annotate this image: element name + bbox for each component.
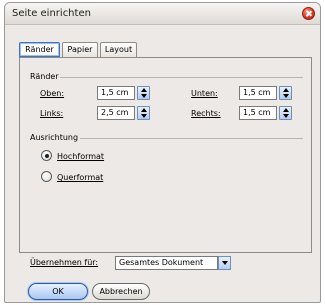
top-margin-field[interactable]: 1,5 cm [97, 86, 135, 100]
close-icon[interactable] [302, 7, 315, 20]
margins-group-divider [60, 77, 303, 78]
top-margin-label: Oben: [40, 89, 65, 98]
left-margin-label: Links: [40, 109, 64, 118]
tab-layout[interactable]: Layout [100, 42, 137, 57]
title-bar: Seite einrichten [5, 3, 320, 25]
right-margin-label: Rechts: [191, 109, 221, 118]
margins-group-label: Ränder [30, 72, 59, 81]
top-margin-spinner[interactable] [137, 86, 150, 100]
chevron-down-icon[interactable] [218, 256, 231, 270]
right-margin-spinner[interactable] [279, 106, 292, 120]
apply-to-label: Übernehmen für: [30, 258, 99, 267]
orientation-group-label: Ausrichtung [30, 133, 79, 142]
page-setup-dialog: Seite einrichten Ränder Papier Layout Rä… [4, 2, 321, 303]
landscape-radio[interactable] [41, 171, 52, 182]
tab-paper[interactable]: Papier [62, 42, 98, 57]
tab-margins[interactable]: Ränder [19, 42, 60, 57]
bottom-margin-field[interactable]: 1,5 cm [239, 86, 277, 100]
landscape-label[interactable]: Querformat [57, 173, 103, 182]
portrait-radio[interactable] [41, 150, 52, 161]
apply-to-select[interactable]: Gesamtes Dokument [115, 256, 218, 270]
right-margin-field[interactable]: 1,5 cm [239, 106, 277, 120]
ok-button[interactable]: OK [28, 283, 88, 300]
portrait-label[interactable]: Hochformat [57, 152, 104, 161]
cancel-button[interactable]: Abbrechen [92, 283, 150, 300]
tab-panel: Ränder Oben: 1,5 cm Links: 2,5 cm Unten:… [19, 57, 312, 267]
window-title: Seite einrichten [12, 8, 91, 19]
bottom-margin-label: Unten: [191, 89, 218, 98]
bottom-margin-spinner[interactable] [279, 86, 292, 100]
left-margin-spinner[interactable] [137, 106, 150, 120]
orientation-group-divider [80, 138, 303, 139]
left-margin-field[interactable]: 2,5 cm [97, 106, 135, 120]
